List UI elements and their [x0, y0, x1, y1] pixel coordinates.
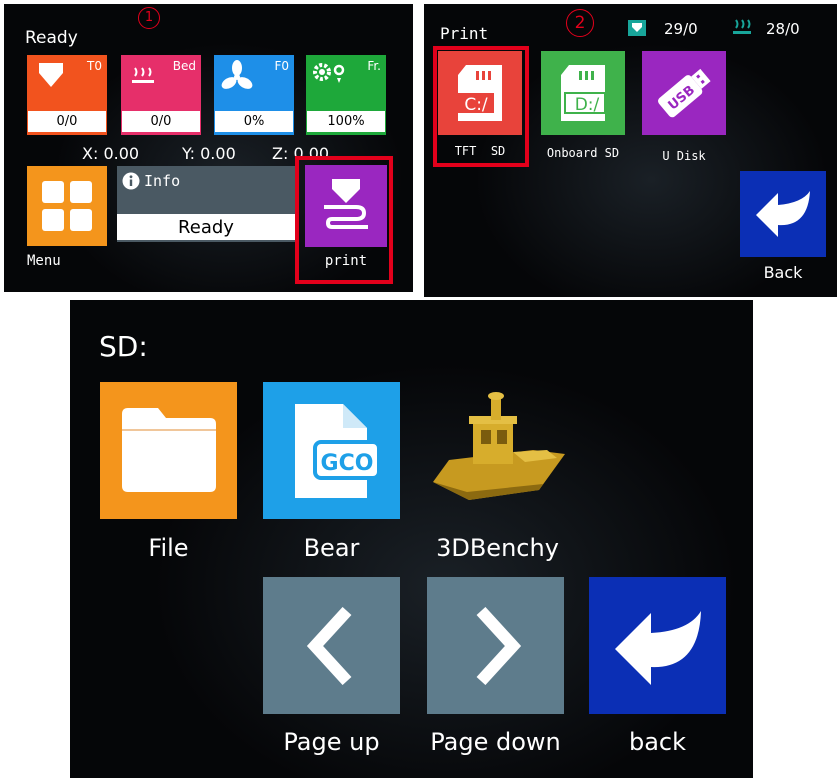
tile-label: Bed	[172, 59, 196, 73]
info-title: Info	[144, 172, 181, 190]
screen-print-source: Print 2 29/0 28/0 C:/ TFT SD D:/ Onboard…	[424, 4, 837, 297]
onboard-sd-button[interactable]: D:/	[541, 51, 625, 135]
folder-icon	[122, 408, 216, 492]
menu-label: Menu	[27, 253, 61, 269]
tile-label: T0	[87, 59, 102, 73]
highlight-box-print	[295, 156, 393, 284]
nozzle-temp-tile[interactable]: T0 0/0	[27, 55, 107, 135]
u-disk-button[interactable]: USB	[642, 51, 726, 135]
nozzle-icon	[39, 63, 63, 87]
page-down-button[interactable]	[427, 577, 564, 714]
benchy-label: 3DBenchy	[436, 534, 559, 562]
sd-card-icon: D:/	[561, 65, 606, 121]
back-label: Back	[763, 263, 803, 282]
card-text: D:/	[575, 95, 600, 115]
bear-label: Bear	[303, 534, 360, 562]
step-marker-2: 2	[566, 9, 594, 37]
onboard-sd-label: Onboard SD	[546, 146, 620, 160]
screen-ready: Ready 1 T0 0/0 Bed 0/0 F0 0% Fr. 100% X:…	[4, 4, 413, 292]
page-up-button[interactable]	[263, 577, 400, 714]
back-arrow-icon	[615, 611, 701, 685]
fan-icon	[221, 60, 253, 89]
nozzle-temp-icon	[628, 20, 646, 36]
chevron-left-icon	[307, 607, 352, 685]
tile-value: 0/0	[122, 111, 200, 132]
info-panel: Info Ready	[117, 166, 295, 242]
back-button[interactable]	[740, 171, 826, 257]
back-label: back	[628, 728, 687, 756]
file-label: File	[148, 534, 189, 562]
gcode-file-item[interactable]: GCO	[263, 382, 400, 519]
page-title: SD:	[99, 330, 148, 363]
folder-item[interactable]	[100, 382, 237, 519]
menu-button[interactable]	[27, 166, 107, 246]
page-up-label: Page up	[283, 728, 380, 756]
x-coordinate: X: 0.00	[82, 144, 140, 163]
page-title: Print	[440, 24, 489, 43]
status-title: Ready	[25, 28, 78, 48]
speed-tile[interactable]: Fr. 100%	[306, 55, 386, 135]
info-status: Ready	[117, 214, 295, 240]
highlight-box-tft-sd	[433, 46, 529, 167]
screen-sd-files: SD: File GCO Bear 3DBenchy Page up Page …	[70, 300, 753, 778]
grid-menu-icon	[42, 181, 92, 231]
bed-temp-tile[interactable]: Bed 0/0	[121, 55, 201, 135]
page-down-label: Page down	[430, 728, 561, 756]
tile-label: F0	[274, 59, 289, 73]
back-button[interactable]	[589, 577, 726, 714]
fan-tile[interactable]: F0 0%	[214, 55, 294, 135]
nozzle-temp: 29/0	[664, 20, 698, 38]
tile-value: 0%	[215, 111, 293, 132]
step-marker-1: 1	[138, 7, 160, 29]
gcode-file-icon: GCO	[295, 404, 381, 498]
speed-gears-icon	[313, 63, 345, 83]
back-arrow-icon	[756, 191, 810, 237]
y-coordinate: Y: 0.00	[182, 144, 236, 163]
u-disk-label: U Disk	[662, 149, 706, 163]
tile-value: 0/0	[28, 111, 106, 132]
tile-value: 100%	[307, 111, 385, 132]
bed-temp: 28/0	[766, 20, 800, 38]
gcode-badge: GCO	[321, 451, 374, 476]
benchy-thumbnail	[433, 392, 565, 500]
tile-label: Fr.	[367, 59, 381, 73]
chevron-right-icon	[476, 607, 521, 685]
usb-drive-icon: USB	[658, 68, 711, 118]
benchy-item[interactable]	[425, 382, 570, 519]
heat-bed-icon	[132, 67, 154, 83]
info-icon	[122, 172, 140, 190]
bed-temp-icon	[733, 19, 751, 34]
